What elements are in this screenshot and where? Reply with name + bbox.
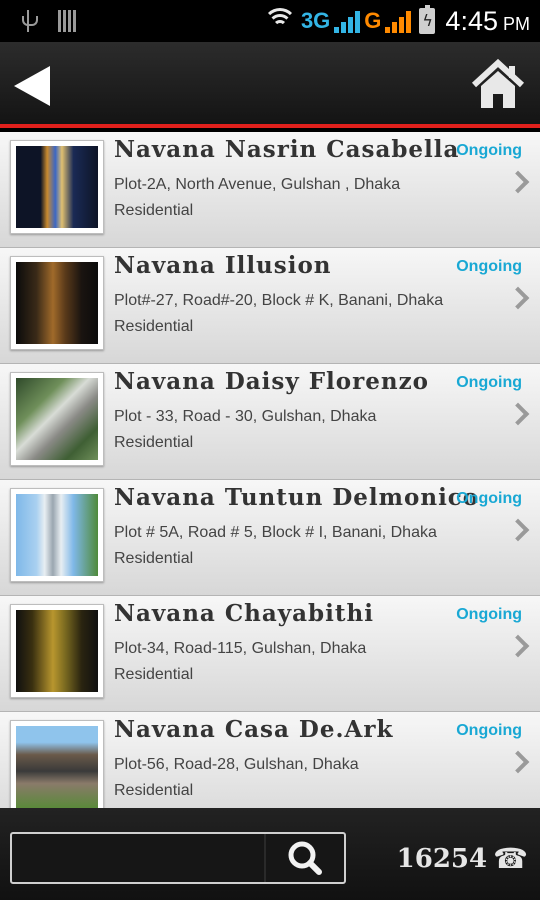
system-indicators: 3G G 4:45 PM: [262, 4, 530, 38]
list-item[interactable]: Navana Chayabithi Ongoing Plot-34, Road-…: [0, 596, 540, 712]
project-status: Ongoing: [456, 490, 522, 507]
project-address: Plot - 33, Road - 30, Gulshan, Dhaka: [114, 408, 377, 425]
back-arrow-icon: [14, 66, 50, 106]
chevron-right-icon: [506, 518, 530, 542]
list-item[interactable]: Navana Tuntun Delmonico Ongoing Plot # 5…: [0, 480, 540, 596]
search-icon: [288, 841, 322, 875]
bottom-bar: 16254 ☎: [0, 808, 540, 900]
project-type: Residential: [114, 666, 194, 683]
project-name: Navana Tuntun Delmonico: [114, 484, 480, 511]
project-status: Ongoing: [456, 606, 522, 623]
home-icon: [471, 58, 525, 108]
project-status: Ongoing: [456, 142, 522, 159]
project-type: Residential: [114, 550, 194, 567]
project-thumbnail: [10, 256, 104, 350]
project-address: Plot-56, Road-28, Gulshan, Dhaka: [114, 756, 359, 773]
phone-icon: ☎: [493, 842, 528, 875]
project-name: Navana Chayabithi: [114, 600, 374, 627]
project-name: Navana Illusion: [114, 252, 332, 279]
list-item[interactable]: Navana Illusion Ongoing Plot#-27, Road#-…: [0, 248, 540, 364]
chevron-right-icon: [506, 170, 530, 194]
list-item[interactable]: Navana Daisy Florenzo Ongoing Plot - 33,…: [0, 364, 540, 480]
project-name: Navana Nasrin Casabella: [114, 136, 460, 163]
back-button[interactable]: [14, 66, 54, 106]
chevron-right-icon: [506, 402, 530, 426]
list-item[interactable]: Navana Casa De.Ark Ongoing Plot-56, Road…: [0, 712, 540, 808]
project-type: Residential: [114, 434, 194, 451]
hotline-button[interactable]: 16254 ☎: [397, 844, 528, 874]
project-status: Ongoing: [456, 722, 522, 739]
status-bar: 3G G 4:45 PM: [0, 0, 540, 42]
clock-time: 4:45: [445, 5, 498, 36]
project-name: Navana Daisy Florenzo: [114, 368, 430, 395]
chevron-right-icon: [506, 286, 530, 310]
project-status: Ongoing: [456, 258, 522, 275]
project-address: Plot#-27, Road#-20, Block # K, Banani, D…: [114, 292, 444, 309]
wifi-icon: [262, 8, 297, 34]
chevron-right-icon: [506, 750, 530, 774]
clock: 4:45 PM: [445, 6, 530, 37]
battery-charging-icon: [419, 5, 436, 34]
home-button[interactable]: [470, 58, 526, 112]
hotline-number: 16254: [396, 844, 488, 874]
app-header: [0, 42, 540, 128]
notification-icons: [20, 8, 76, 34]
project-type: Residential: [114, 318, 194, 335]
usb-icon: [20, 8, 38, 34]
signal-g-icon: [385, 9, 412, 33]
chevron-right-icon: [506, 634, 530, 658]
project-thumbnail: [10, 140, 104, 234]
project-list[interactable]: Navana Nasrin Casabella Ongoing Plot-2A,…: [0, 132, 540, 808]
project-thumbnail: [10, 488, 104, 582]
signal-3g-icon: [334, 9, 361, 33]
network-3g-label: 3G: [300, 8, 331, 33]
project-type: Residential: [114, 782, 194, 799]
search-box: [10, 832, 346, 884]
clock-ampm: PM: [503, 13, 530, 34]
list-item[interactable]: Navana Nasrin Casabella Ongoing Plot-2A,…: [0, 132, 540, 248]
project-thumbnail: [10, 720, 104, 808]
search-button[interactable]: [264, 834, 344, 882]
project-address: Plot-2A, North Avenue, Gulshan , Dhaka: [114, 176, 401, 193]
project-address: Plot # 5A, Road # 5, Block # I, Banani, …: [114, 524, 437, 541]
project-thumbnail: [10, 604, 104, 698]
project-name: Navana Casa De.Ark: [114, 716, 394, 743]
project-type: Residential: [114, 202, 194, 219]
project-address: Plot-34, Road-115, Gulshan, Dhaka: [114, 640, 367, 657]
project-status: Ongoing: [456, 374, 522, 391]
search-input[interactable]: [20, 840, 260, 878]
project-thumbnail: [10, 372, 104, 466]
network-g-label: G: [364, 8, 382, 33]
barcode-icon: [58, 10, 76, 32]
